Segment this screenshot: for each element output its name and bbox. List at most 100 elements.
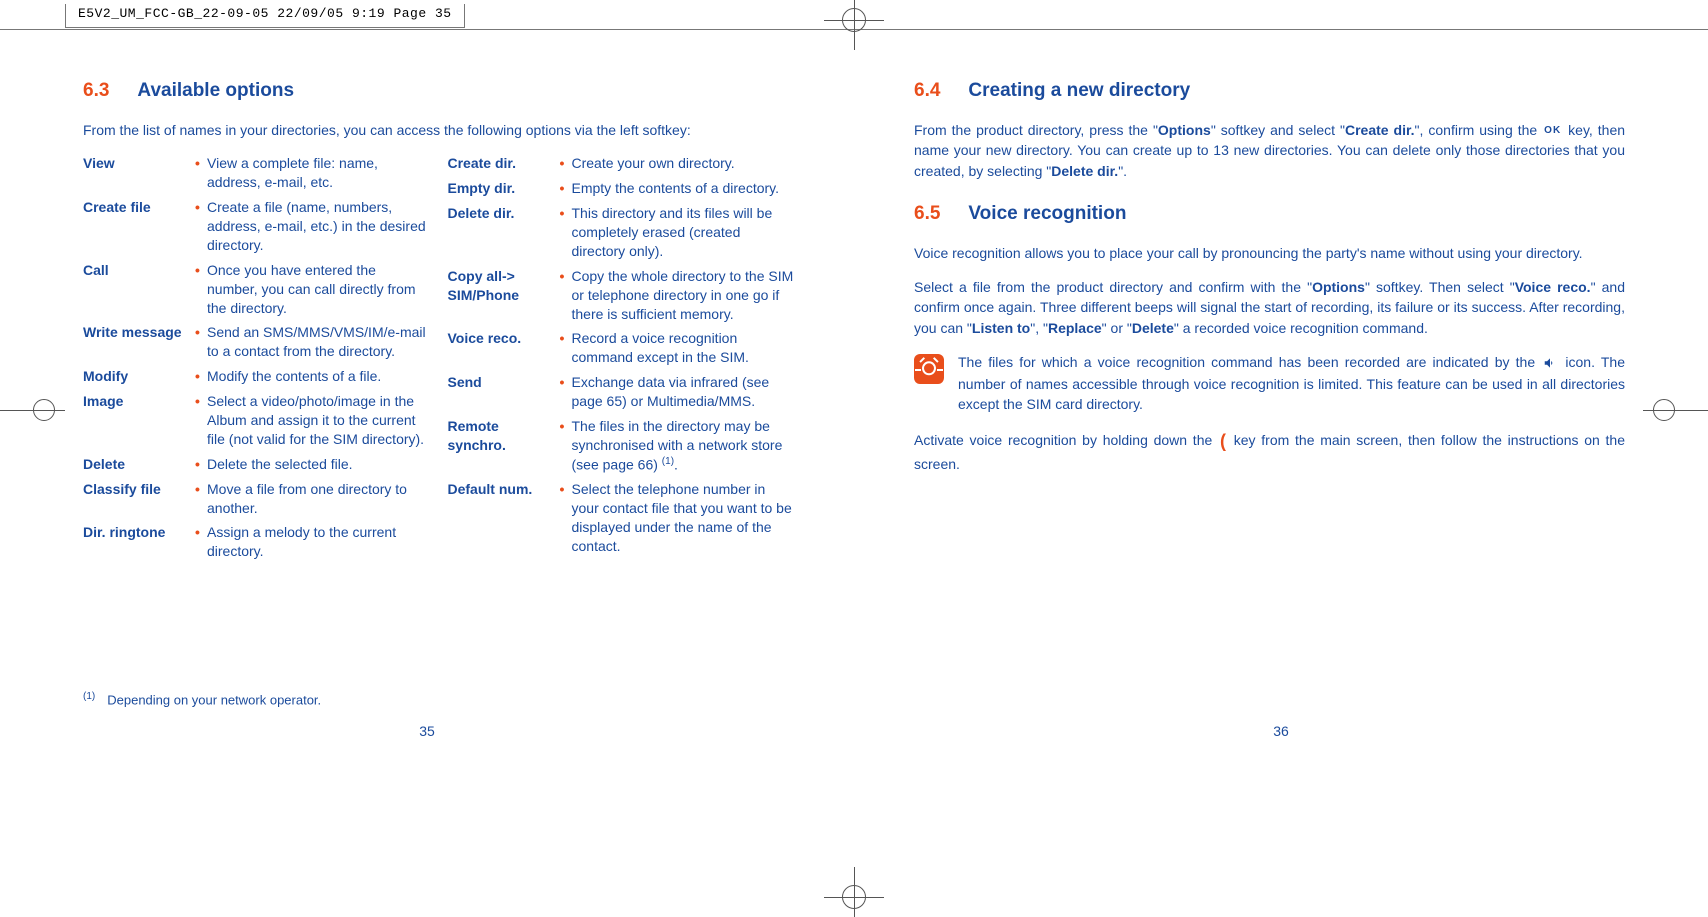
option-desc: Create a file (name, numbers, address, e… (195, 198, 430, 255)
option-term: Default num. (448, 480, 560, 556)
option-term: Delete (83, 455, 195, 474)
option-term: Modify (83, 367, 195, 386)
option-term: Empty dir. (448, 179, 560, 198)
t: " a recorded voice recognition command. (1174, 320, 1428, 336)
section-number: 6.5 (914, 203, 940, 224)
option-term: Image (83, 392, 195, 449)
option-row: Delete dir.This directory and its files … (448, 204, 795, 261)
t: Create dir. (1345, 122, 1415, 138)
t: ", confirm using the (1415, 122, 1543, 138)
paragraph-6-4: From the product directory, press the "O… (914, 120, 1625, 181)
option-row: ImageSelect a video/photo/image in the A… (83, 392, 430, 449)
tip-text: The files for which a voice recognition … (958, 352, 1625, 414)
t: ". (1118, 163, 1127, 179)
section-title: Voice recognition (968, 203, 1126, 224)
t: Listen to (972, 320, 1030, 336)
option-desc: Record a voice recognition command excep… (560, 329, 795, 367)
t: Replace (1048, 320, 1102, 336)
t: ", " (1030, 320, 1048, 336)
option-term: Create dir. (448, 154, 560, 173)
page-number-right: 36 (854, 723, 1708, 739)
speaker-icon (1543, 353, 1557, 373)
option-desc: Create your own directory. (560, 154, 795, 173)
t: " softkey and select " (1211, 122, 1345, 138)
option-desc: Select a video/photo/image in the Album … (195, 392, 430, 449)
option-desc: View a complete file: name, address, e-m… (195, 154, 430, 192)
option-row: Write messageSend an SMS/MMS/VMS/IM/e-ma… (83, 323, 430, 361)
section-title: Creating a new directory (968, 80, 1190, 101)
section-heading-6-5: 6.5 Voice recognition (914, 203, 1625, 225)
paragraph-6-5-2: Select a file from the product directory… (914, 277, 1625, 338)
t: Options (1158, 122, 1211, 138)
call-key-icon: ( (1220, 428, 1226, 454)
option-row: Remote synchro.The files in the director… (448, 417, 795, 474)
option-term: Copy all-> SIM/Phone (448, 267, 560, 324)
t: Options (1312, 279, 1365, 295)
option-row: Default num.Select the telephone number … (448, 480, 795, 556)
t: Select a file from the product directory… (914, 279, 1312, 295)
paragraph-6-5-3: Activate voice recognition by holding do… (914, 428, 1625, 474)
option-term: Voice reco. (448, 329, 560, 367)
section-heading-6-4: 6.4 Creating a new directory (914, 80, 1625, 102)
options-columns: ViewView a complete file: name, address,… (83, 154, 794, 567)
option-term: View (83, 154, 195, 192)
t: Activate voice recognition by holding do… (914, 432, 1218, 448)
option-term: Send (448, 373, 560, 411)
t: From the product directory, press the " (914, 122, 1158, 138)
option-desc: This directory and its files will be com… (560, 204, 795, 261)
option-row: Copy all-> SIM/PhoneCopy the whole direc… (448, 267, 795, 324)
options-col-2: Create dir.Create your own directory.Emp… (448, 154, 795, 567)
option-desc: Exchange data via infrared (see page 65)… (560, 373, 795, 411)
option-desc: Once you have entered the number, you ca… (195, 261, 430, 318)
option-term: Remote synchro. (448, 417, 560, 474)
footnote-text: Depending on your network operator. (107, 692, 321, 707)
option-row: DeleteDelete the selected file. (83, 455, 430, 474)
footnote: (1) Depending on your network operator. (83, 691, 321, 707)
footnote-mark: (1) (83, 691, 95, 702)
page-35: 6.3 Available options From the list of na… (0, 0, 854, 917)
option-desc: Select the telephone number in your cont… (560, 480, 795, 556)
t: " softkey. Then select " (1365, 279, 1515, 295)
ok-key-icon: OK (1544, 124, 1561, 139)
option-term: Call (83, 261, 195, 318)
t: Voice reco. (1515, 279, 1591, 295)
option-row: Create fileCreate a file (name, numbers,… (83, 198, 430, 255)
section-number: 6.3 (83, 80, 109, 101)
option-row: CallOnce you have entered the number, yo… (83, 261, 430, 318)
option-term: Write message (83, 323, 195, 361)
option-row: ViewView a complete file: name, address,… (83, 154, 430, 192)
section-title: Available options (137, 80, 294, 101)
section-intro: From the list of names in your directori… (83, 120, 794, 140)
option-desc: Assign a melody to the current directory… (195, 523, 430, 561)
option-desc: Send an SMS/MMS/VMS/IM/e-mail to a conta… (195, 323, 430, 361)
paragraph-6-5-1: Voice recognition allows you to place yo… (914, 243, 1625, 263)
options-col-1: ViewView a complete file: name, address,… (83, 154, 430, 567)
t: The files for which a voice recognition … (958, 354, 1541, 370)
option-row: SendExchange data via infrared (see page… (448, 373, 795, 411)
page-spread: 6.3 Available options From the list of na… (0, 0, 1708, 917)
option-term: Delete dir. (448, 204, 560, 261)
option-row: Empty dir.Empty the contents of a direct… (448, 179, 795, 198)
option-desc: Delete the selected file. (195, 455, 430, 474)
option-desc: Empty the contents of a directory. (560, 179, 795, 198)
option-row: ModifyModify the contents of a file. (83, 367, 430, 386)
option-term: Classify file (83, 480, 195, 518)
option-desc: Modify the contents of a file. (195, 367, 430, 386)
page-36: 6.4 Creating a new directory From the pro… (854, 0, 1708, 917)
page-number-left: 35 (0, 723, 854, 739)
option-term: Dir. ringtone (83, 523, 195, 561)
section-heading-6-3: 6.3 Available options (83, 80, 794, 102)
option-desc: The files in the directory may be synchr… (560, 417, 795, 474)
section-number: 6.4 (914, 80, 940, 101)
t: Delete dir. (1051, 163, 1118, 179)
option-row: Classify fileMove a file from one direct… (83, 480, 430, 518)
lightbulb-icon (914, 354, 944, 384)
option-desc: Move a file from one directory to anothe… (195, 480, 430, 518)
t: Delete (1132, 320, 1174, 336)
tip-block: The files for which a voice recognition … (914, 352, 1625, 414)
option-row: Voice reco.Record a voice recognition co… (448, 329, 795, 367)
option-row: Dir. ringtoneAssign a melody to the curr… (83, 523, 430, 561)
option-desc: Copy the whole directory to the SIM or t… (560, 267, 795, 324)
option-term: Create file (83, 198, 195, 255)
option-row: Create dir.Create your own directory. (448, 154, 795, 173)
